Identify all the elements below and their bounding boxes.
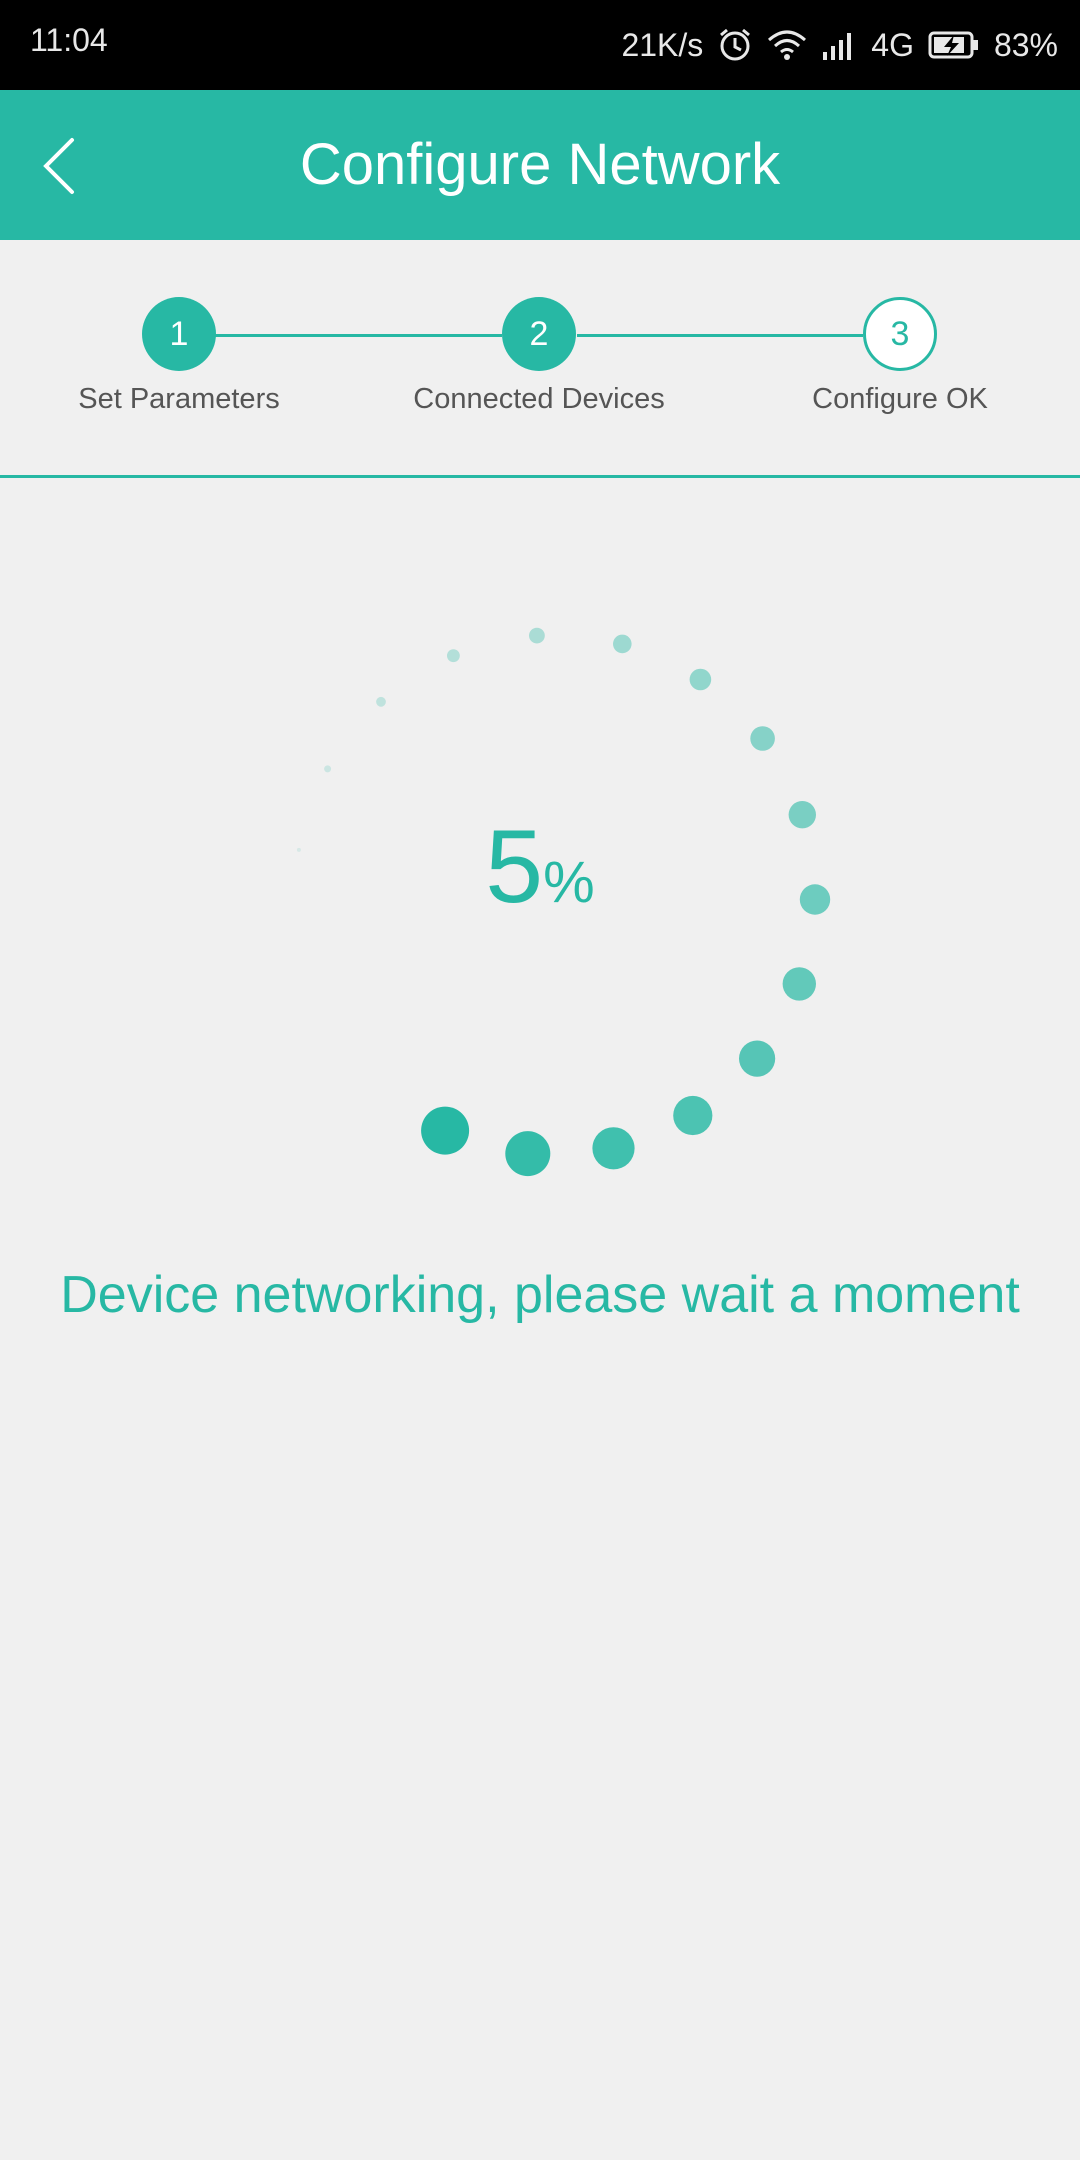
step-2-number: 2 [502, 297, 576, 371]
step-3: 3 Configure OK [750, 297, 1050, 416]
loading-dot [447, 649, 460, 663]
loading-dot [376, 696, 386, 707]
step-1-label: Set Parameters [78, 383, 280, 415]
app-bar: Configure Network [0, 90, 1080, 240]
progress-spinner: 5% [0, 478, 1080, 1278]
step-2: 2 Connected Devices [389, 297, 689, 416]
net-speed: 21K/s [621, 26, 704, 63]
loading-dot [673, 1095, 713, 1136]
loading-dot [613, 634, 632, 654]
step-1-number: 1 [142, 297, 216, 371]
loading-dot [739, 1040, 776, 1077]
loading-dot [750, 726, 775, 751]
progress-value: 5 [485, 809, 544, 925]
step-1: 1 Set Parameters [29, 297, 329, 416]
progress-unit: % [543, 850, 595, 915]
battery-charging-icon [928, 30, 980, 60]
status-message: Device networking, please wait a moment [60, 1266, 1020, 1324]
wifi-icon [767, 28, 807, 62]
status-bar: 11:04 21K/s 4G 83% [0, 0, 1080, 90]
signal-icon [821, 30, 857, 60]
step-3-label: Configure OK [812, 383, 988, 415]
chevron-left-icon [43, 138, 74, 194]
alarm-icon [717, 27, 753, 63]
status-time: 11:04 [30, 22, 108, 58]
loading-dot [529, 627, 545, 644]
loading-dot [421, 1106, 470, 1155]
status-right: 21K/s 4G 83% [621, 22, 1058, 68]
network-type: 4G [871, 26, 914, 63]
step-indicator: 1 Set Parameters 2 Connected Devices 3 C… [0, 240, 1080, 476]
step-3-number: 3 [863, 297, 937, 371]
loading-dot [689, 668, 712, 691]
loading-dot [505, 1131, 551, 1177]
step-2-label: Connected Devices [413, 383, 665, 415]
loading-dot [592, 1127, 635, 1170]
battery-level: 83% [993, 26, 1058, 63]
back-button[interactable] [28, 130, 100, 202]
page-title: Configure Network [299, 132, 781, 197]
loading-dot [782, 967, 816, 1001]
loading-dot [324, 765, 332, 773]
progress-percent: 5% [0, 808, 1080, 927]
